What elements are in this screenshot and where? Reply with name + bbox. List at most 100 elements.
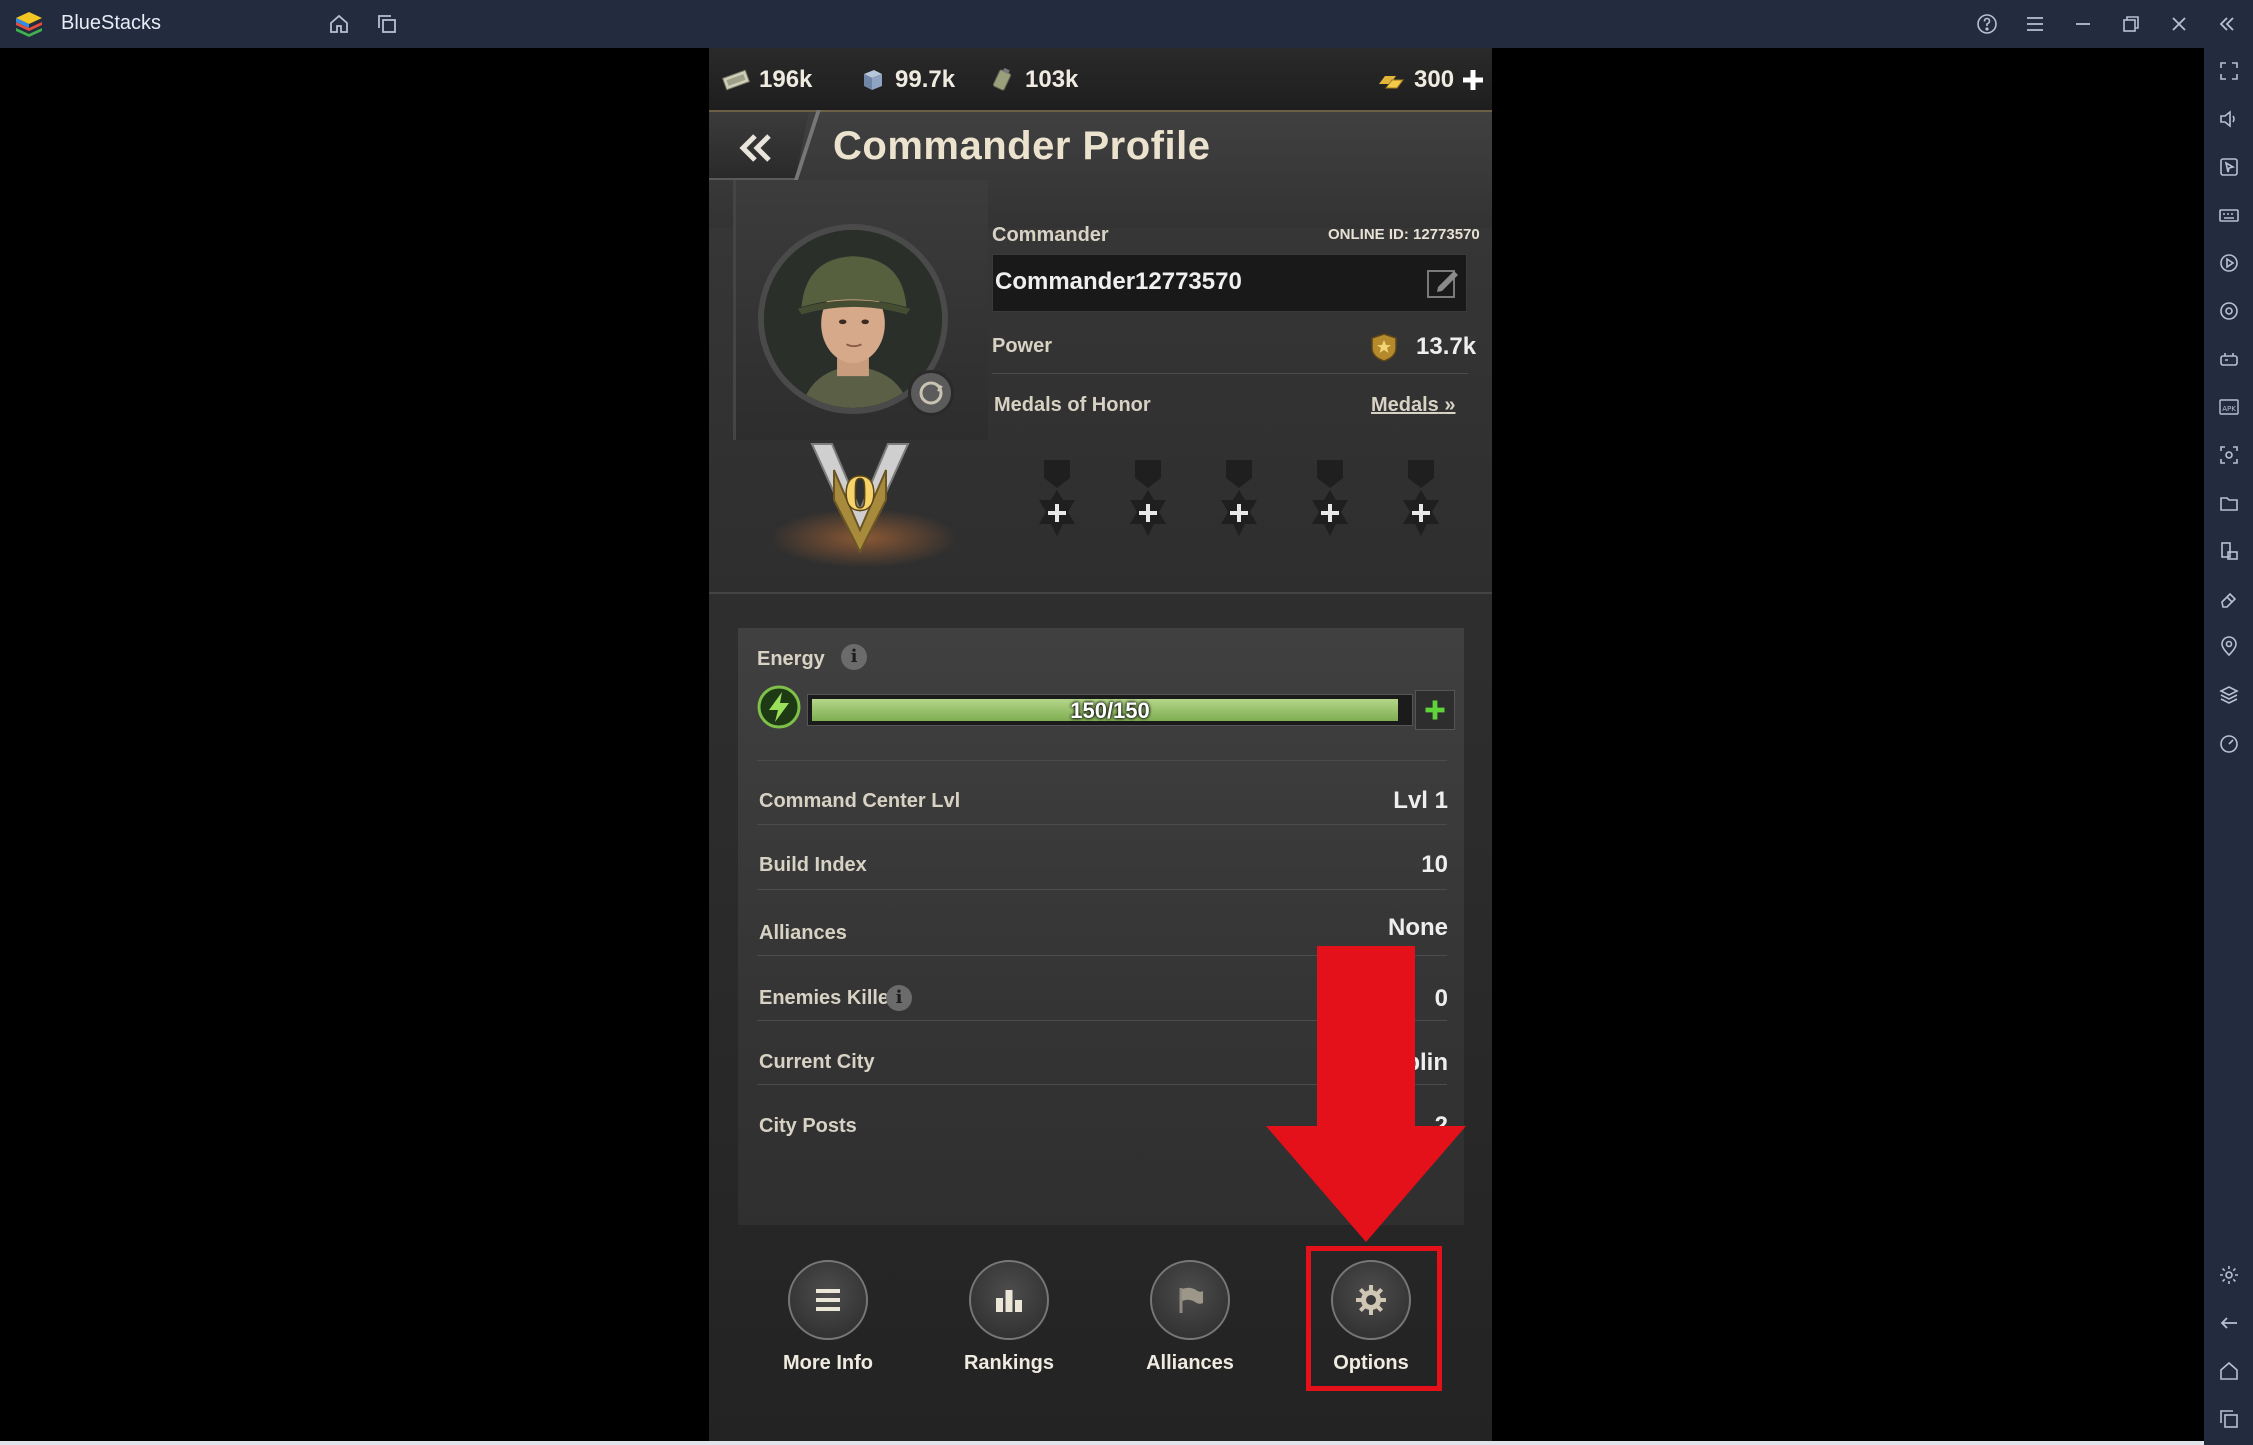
energy-bar: 150/150 <box>807 694 1413 726</box>
nav-circle <box>788 1260 868 1340</box>
steel-icon <box>864 70 882 90</box>
medals-link-text: Medals <box>1371 394 1439 416</box>
restore-icon[interactable] <box>2117 10 2145 38</box>
window-bottom-border <box>0 1441 2204 1445</box>
erase-icon[interactable] <box>2216 586 2242 612</box>
medal-slot-3[interactable] <box>1214 460 1264 548</box>
medal-slot-4[interactable] <box>1305 460 1355 548</box>
resource-value: 196k <box>759 66 813 93</box>
menu-icon[interactable] <box>2021 10 2049 38</box>
bar-chart-icon <box>996 1290 1022 1312</box>
rank-numeral: 0 <box>844 467 876 521</box>
power-shield-icon <box>1371 333 1397 362</box>
resource-bar: 196k 99.7k 103k 300 <box>709 48 1492 112</box>
performance-icon[interactable] <box>2216 730 2242 756</box>
nav-label: Alliances <box>1146 1352 1234 1374</box>
change-avatar-icon[interactable] <box>908 370 954 416</box>
medal-slot-1[interactable] <box>1032 460 1082 548</box>
minimize-icon[interactable] <box>2069 10 2097 38</box>
stat-label: Enemies Killed <box>759 987 902 1009</box>
resource-value: 300 <box>1414 66 1455 93</box>
rankings-button[interactable]: Rankings <box>959 1260 1059 1375</box>
rank-badge-icon: 0 <box>810 443 910 555</box>
page-title: Commander Profile <box>833 124 1211 168</box>
add-gold-icon[interactable] <box>1460 67 1486 93</box>
more-info-button[interactable]: More Info <box>778 1260 878 1375</box>
section-divider <box>709 592 1492 594</box>
gamepad-icon[interactable] <box>2216 346 2242 372</box>
multi-instance-icon[interactable] <box>373 10 401 38</box>
nav-label: Rankings <box>963 1352 1055 1374</box>
nav-label: More Info <box>783 1352 873 1374</box>
keyboard-icon[interactable] <box>2216 202 2242 228</box>
stat-value: Lvl 1 <box>1393 787 1448 814</box>
cursor-icon[interactable] <box>2216 154 2242 180</box>
macro-icon[interactable] <box>2216 250 2242 276</box>
divider <box>757 889 1447 890</box>
resource-steel[interactable]: 99.7k <box>857 66 955 94</box>
help-icon[interactable] <box>1973 10 2001 38</box>
fullscreen-icon[interactable] <box>2216 58 2242 84</box>
close-icon[interactable] <box>2165 10 2193 38</box>
layers-icon[interactable] <box>2216 682 2242 708</box>
oil-icon <box>992 68 1012 91</box>
medals-label: Medals of Honor <box>994 394 1151 416</box>
nav-circle <box>1150 1260 1230 1340</box>
collapse-sidebar-icon[interactable] <box>2213 10 2241 38</box>
resource-value: 99.7k <box>895 66 956 93</box>
enemies-info-icon[interactable]: i <box>886 985 912 1011</box>
gold-icon <box>1379 76 1404 89</box>
recent-apps-icon[interactable] <box>2216 1406 2242 1432</box>
divider <box>757 824 1447 825</box>
medals-link[interactable]: Medals » <box>1371 394 1456 417</box>
home-icon[interactable] <box>325 10 353 38</box>
online-id: ONLINE ID: 12773570 <box>1328 226 1480 243</box>
double-chevron-icon: » <box>1444 394 1456 416</box>
commander-name-field[interactable]: Commander12773570 <box>992 254 1467 312</box>
commander-name: Commander12773570 <box>995 268 1242 295</box>
app-title: BlueStacks <box>61 12 162 34</box>
medal-slot-2[interactable] <box>1123 460 1173 548</box>
stat-value: None <box>1388 914 1448 941</box>
alliances-button[interactable]: Alliances <box>1140 1260 1240 1375</box>
rotate-icon[interactable] <box>2216 538 2242 564</box>
divider <box>992 373 1468 374</box>
stat-value: 10 <box>1421 851 1448 878</box>
resource-value: 103k <box>1025 66 1079 93</box>
screenshot-icon[interactable] <box>2216 442 2242 468</box>
sync-icon[interactable] <box>2216 298 2242 324</box>
stat-label: Command Center Lvl <box>759 790 961 812</box>
flag-icon <box>1179 1287 1203 1313</box>
stat-label: Current City <box>759 1051 875 1073</box>
stat-label: Alliances <box>759 922 847 944</box>
volume-icon[interactable] <box>2216 106 2242 132</box>
energy-info-icon[interactable]: i <box>841 644 867 670</box>
add-energy-button[interactable] <box>1415 690 1455 730</box>
resource-oil[interactable]: 103k <box>987 66 1078 94</box>
energy-bolt-icon <box>757 685 801 729</box>
bluestacks-logo-icon <box>16 12 42 37</box>
location-icon[interactable] <box>2216 634 2242 660</box>
nav-circle <box>969 1260 1049 1340</box>
commander-label: Commander <box>992 224 1109 246</box>
edit-name-icon[interactable] <box>1424 265 1460 301</box>
red-down-arrow-annotation <box>1266 946 1466 1242</box>
titlebar: BlueStacks <box>0 0 2253 48</box>
bluestacks-sidebar: APK <box>2204 48 2253 1445</box>
home-button-icon[interactable] <box>2216 1358 2242 1384</box>
power-value: 13.7k <box>1416 333 1477 360</box>
back-chevron-icon[interactable] <box>737 130 777 166</box>
options-highlight-box <box>1306 1246 1442 1391</box>
resource-cash[interactable]: 196k <box>721 66 812 94</box>
power-label: Power <box>992 335 1053 357</box>
medal-slot-5[interactable] <box>1396 460 1446 548</box>
stat-label: Build Index <box>759 854 867 876</box>
apk-icon[interactable]: APK <box>2216 394 2242 420</box>
back-arrow-icon[interactable] <box>2216 1310 2242 1336</box>
energy-text: 150/150 <box>1070 698 1150 723</box>
stat-label: City Posts <box>759 1115 857 1137</box>
settings-icon[interactable] <box>2216 1262 2242 1288</box>
energy-label: Energy <box>757 648 825 670</box>
resource-gold[interactable]: 300 <box>1376 66 1486 94</box>
folder-icon[interactable] <box>2216 490 2242 516</box>
